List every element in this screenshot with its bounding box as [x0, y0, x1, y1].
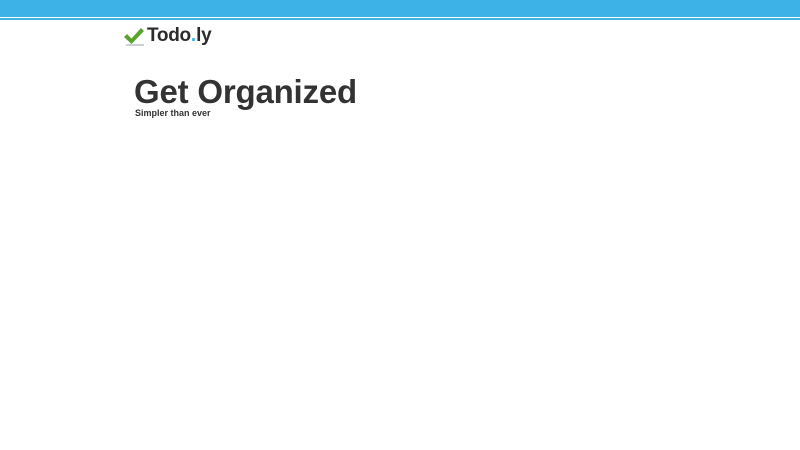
- checkmark-icon: [124, 28, 144, 46]
- logo-name-main: Todo: [147, 25, 191, 46]
- logo-link[interactable]: Todo. ly: [123, 25, 212, 47]
- header-divider: [0, 18, 800, 20]
- hero-title: Get Organized: [134, 73, 357, 110]
- hero-section: Get Organized Simpler than ever: [134, 73, 357, 118]
- header-bar: [0, 0, 800, 17]
- logo-name-suffix: ly: [196, 25, 212, 46]
